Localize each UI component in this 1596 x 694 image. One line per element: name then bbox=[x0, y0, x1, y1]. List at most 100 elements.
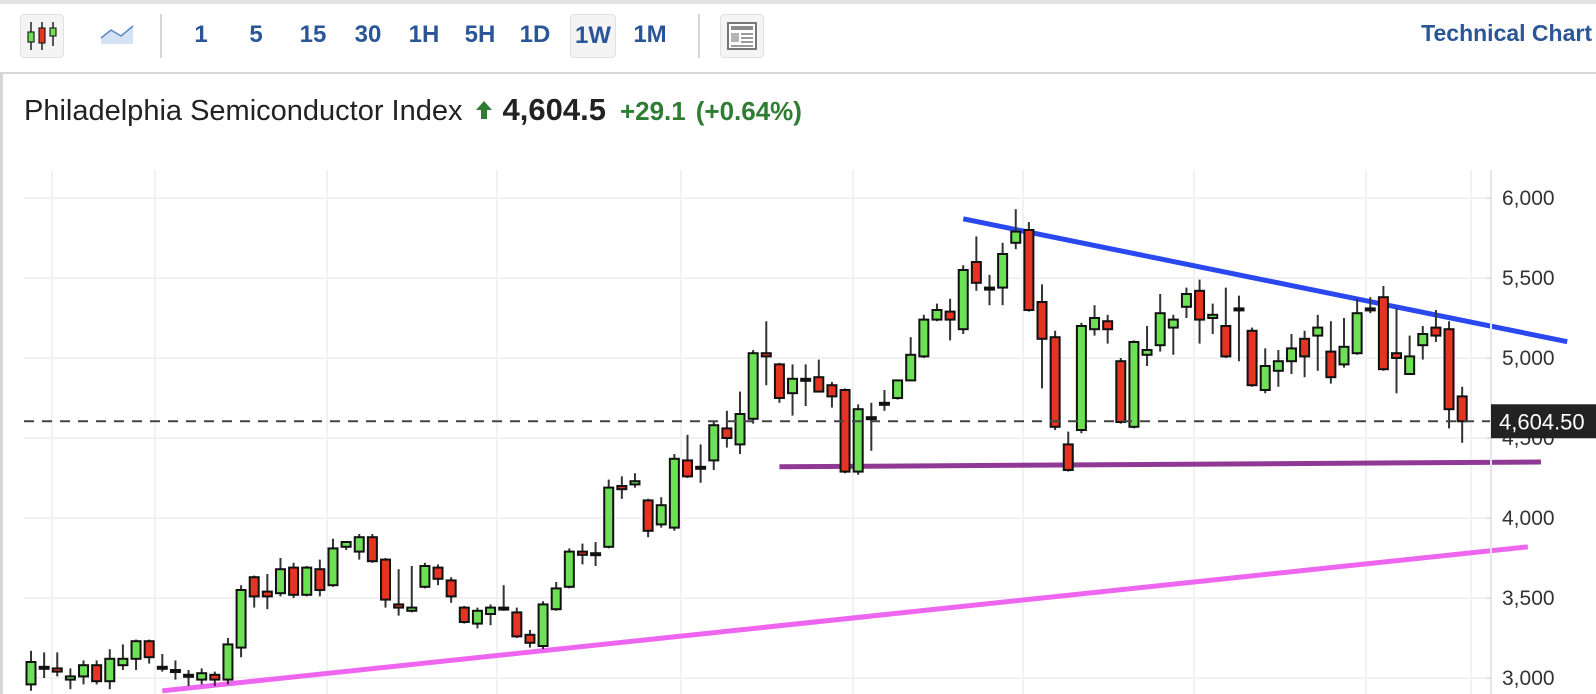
candle bbox=[1325, 321, 1337, 384]
candle bbox=[918, 314, 930, 358]
candle bbox=[931, 303, 943, 322]
candle-body bbox=[419, 565, 431, 588]
candle-body bbox=[576, 550, 588, 556]
y-tick-label: 6,000 bbox=[1502, 187, 1555, 210]
candle-body bbox=[1285, 347, 1297, 363]
candle-body bbox=[327, 547, 339, 587]
candle bbox=[1351, 298, 1363, 355]
candle-body bbox=[918, 318, 930, 358]
price-chart[interactable]: 3,0003,5004,0004,5005,0005,5006,0004,604… bbox=[0, 0, 1596, 694]
candle bbox=[563, 548, 575, 589]
candle-body bbox=[905, 353, 917, 382]
candle bbox=[432, 564, 444, 586]
candle bbox=[800, 364, 812, 406]
candle bbox=[143, 639, 155, 664]
candle-body bbox=[1115, 360, 1127, 424]
candle bbox=[327, 538, 339, 587]
candle bbox=[393, 569, 405, 616]
candle-body bbox=[865, 416, 877, 421]
candle-body bbox=[25, 661, 37, 686]
candle-body bbox=[1272, 360, 1284, 372]
candle bbox=[1023, 222, 1035, 312]
candle-body bbox=[314, 568, 326, 592]
candle bbox=[156, 654, 168, 672]
candle-body bbox=[813, 376, 825, 393]
candle bbox=[682, 434, 693, 478]
candle-body bbox=[590, 552, 602, 557]
candle-body bbox=[1417, 333, 1429, 347]
candle-body bbox=[196, 672, 208, 681]
candle-body bbox=[655, 504, 667, 526]
candle bbox=[419, 562, 431, 589]
candle bbox=[537, 601, 549, 650]
candle bbox=[524, 630, 536, 648]
trendline-support bbox=[779, 459, 1541, 470]
candle bbox=[1115, 358, 1127, 424]
candle bbox=[1089, 305, 1101, 336]
candle-body bbox=[1128, 341, 1140, 428]
candle-body bbox=[1391, 352, 1403, 360]
candle bbox=[248, 575, 260, 608]
candle-body bbox=[432, 566, 444, 580]
candle-body bbox=[1180, 293, 1192, 308]
candle bbox=[1102, 314, 1114, 344]
candle-body bbox=[261, 590, 273, 598]
candle bbox=[1443, 321, 1455, 429]
candle-body bbox=[1207, 313, 1219, 319]
candle-body bbox=[393, 603, 405, 609]
candle bbox=[169, 660, 181, 680]
candle bbox=[1233, 295, 1245, 362]
candle-body bbox=[970, 261, 982, 284]
candle-body bbox=[1154, 312, 1166, 347]
candle bbox=[1141, 326, 1153, 366]
candle-body bbox=[878, 401, 890, 406]
candle bbox=[1154, 294, 1166, 352]
candle-body bbox=[931, 309, 943, 321]
candle-body bbox=[156, 665, 168, 670]
candle-body bbox=[1194, 289, 1206, 321]
candle bbox=[747, 350, 759, 424]
candle-body bbox=[997, 253, 1009, 289]
candle-body bbox=[957, 269, 969, 331]
candle bbox=[944, 298, 956, 341]
candle-body bbox=[695, 465, 707, 470]
candle bbox=[1338, 318, 1350, 368]
trendline-upper-resistance bbox=[962, 216, 1568, 345]
candle-body bbox=[563, 550, 575, 588]
candle-body bbox=[183, 673, 195, 678]
candle-body bbox=[1338, 345, 1350, 366]
candle-body bbox=[1377, 296, 1389, 371]
y-axis: 3,0003,5004,0004,5005,0005,5006,0004,604… bbox=[1487, 170, 1596, 694]
candle bbox=[51, 652, 63, 677]
candle-body bbox=[1220, 325, 1232, 358]
candle bbox=[1180, 287, 1192, 318]
candles bbox=[25, 209, 1468, 691]
candle bbox=[78, 660, 90, 685]
candle-body bbox=[1075, 325, 1087, 431]
candle-body bbox=[169, 669, 181, 673]
candle-body bbox=[104, 657, 116, 683]
candle bbox=[734, 391, 746, 454]
candle-body bbox=[708, 424, 720, 462]
candle-body bbox=[537, 603, 549, 648]
candle bbox=[104, 649, 116, 690]
candle-body bbox=[209, 673, 221, 681]
candle-body bbox=[629, 480, 641, 486]
candle-body bbox=[826, 384, 838, 398]
candle bbox=[1456, 386, 1468, 443]
candle-body bbox=[130, 640, 142, 660]
candle-body bbox=[642, 499, 654, 532]
candle bbox=[1285, 334, 1297, 374]
candle-body bbox=[852, 408, 864, 473]
candle-body bbox=[1325, 350, 1337, 379]
y-tick-label: 5,000 bbox=[1502, 347, 1555, 370]
candle bbox=[222, 638, 234, 685]
candle bbox=[642, 498, 654, 538]
candle-body bbox=[603, 486, 615, 548]
candle bbox=[590, 542, 602, 566]
candle-body bbox=[445, 579, 457, 598]
candle-body bbox=[340, 541, 352, 548]
candle-body bbox=[248, 576, 260, 598]
candle-body bbox=[550, 587, 562, 611]
y-tick-label: 4,000 bbox=[1502, 507, 1555, 530]
